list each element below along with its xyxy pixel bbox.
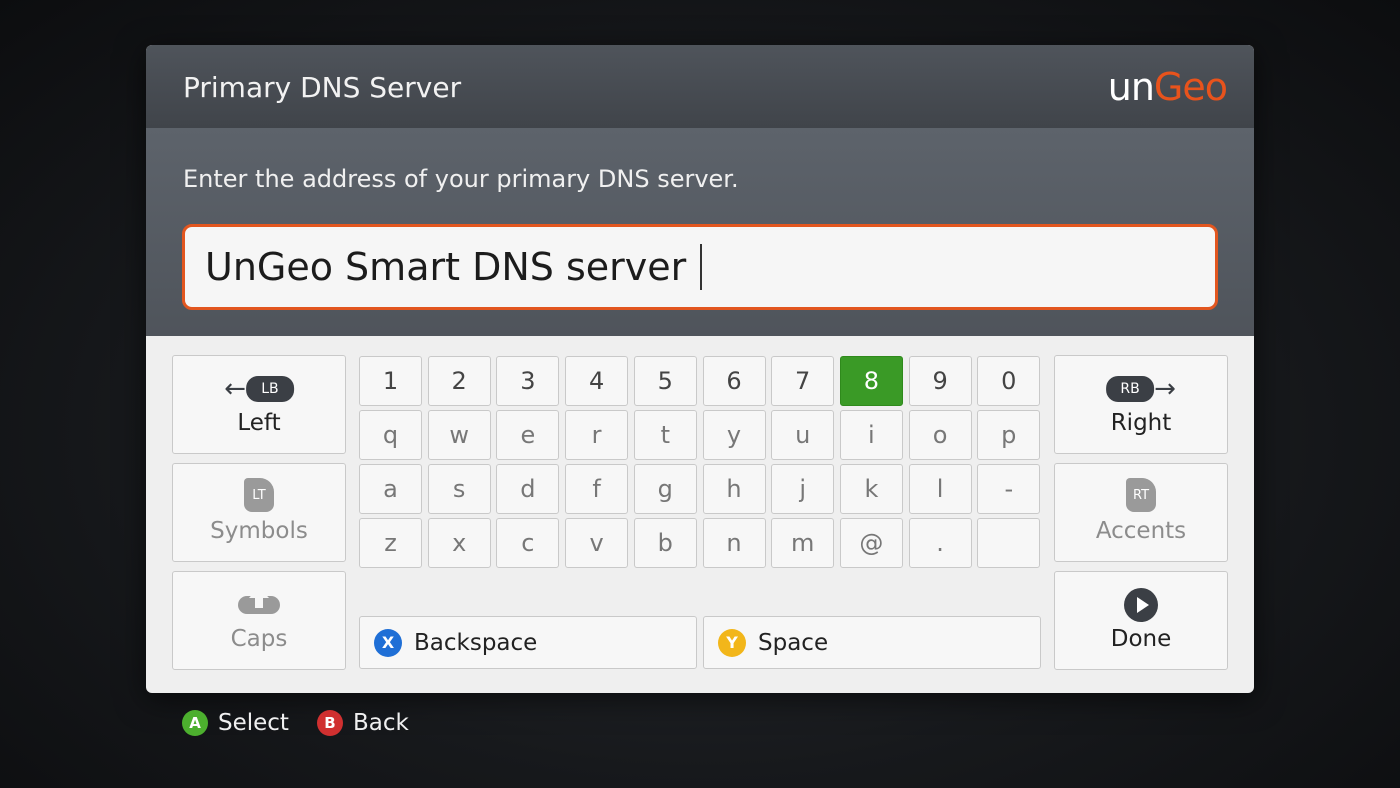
left-label: Left [237,410,281,436]
key-f[interactable]: f [565,464,629,514]
key-l[interactable]: l [908,464,972,514]
lb-badge: ← LB [224,376,294,402]
key-q[interactable]: q [359,410,422,460]
key-w[interactable]: w [427,410,491,460]
key-.[interactable]: . [908,518,972,568]
key-n[interactable]: n [702,518,766,568]
prompt-text: Enter the address of your primary DNS se… [183,165,739,193]
lt-trigger-icon: LT [244,478,274,512]
ungeo-logo: unGeo [1107,65,1228,109]
dns-dialog: Primary DNS Server unGeo Enter the addre… [146,45,1254,693]
a-button-icon: A [182,710,208,736]
arrow-right-icon: → [1154,374,1176,404]
space-button[interactable]: Y Space [703,616,1041,669]
backspace-button[interactable]: X Backspace [359,616,697,669]
start-play-icon [1124,588,1158,622]
dialog-title: Primary DNS Server [183,71,462,104]
key-g[interactable]: g [633,464,697,514]
key-@[interactable]: @ [839,518,903,568]
key-e[interactable]: e [496,410,560,460]
key-t[interactable]: t [633,410,697,460]
x-button-icon: X [374,628,402,657]
right-button[interactable]: RB → Right [1054,355,1228,454]
key-u[interactable]: u [771,410,835,460]
left-button[interactable]: ← LB Left [172,355,346,454]
arrow-left-icon: ← [224,374,246,404]
caps-icon [238,587,280,614]
key-a[interactable]: a [359,464,422,514]
key-d[interactable]: d [496,464,560,514]
input-header: Enter the address of your primary DNS se… [146,128,1254,336]
key-j[interactable]: j [771,464,835,514]
hint-back: B Back [316,710,409,736]
key-5[interactable]: 5 [633,356,697,406]
key-0[interactable]: 0 [977,356,1041,406]
rt-trigger-icon: RT [1126,478,1156,512]
key-8[interactable]: 8 [839,356,903,406]
key-2[interactable]: 2 [427,356,491,406]
b-button-icon: B [316,710,343,736]
key-4[interactable]: 4 [565,356,629,406]
key-7[interactable]: 7 [771,356,835,406]
input-value: UnGeo Smart DNS server [205,245,687,289]
key-h[interactable]: h [702,464,766,514]
key-x[interactable]: x [427,518,491,568]
hint-select-label: Select [218,710,289,736]
right-label: Right [1110,410,1172,436]
key-3[interactable]: 3 [496,356,560,406]
backspace-label: Backspace [414,629,538,656]
key-i[interactable]: i [839,410,903,460]
accents-button[interactable]: RT Accents [1054,463,1228,562]
hint-back-label: Back [352,710,409,736]
key-k[interactable]: k [839,464,903,514]
key-s[interactable]: s [427,464,491,514]
key-b[interactable]: b [633,518,697,568]
y-button-icon: Y [718,628,746,657]
space-label: Space [758,629,829,656]
dns-input-field[interactable]: UnGeo Smart DNS server [182,224,1218,310]
hint-select: A Select [182,710,289,736]
key-c[interactable]: c [496,518,560,568]
key-v[interactable]: v [565,518,629,568]
rb-badge: RB → [1106,376,1176,402]
key-m[interactable]: m [771,518,835,568]
key-6[interactable]: 6 [702,356,766,406]
key-r[interactable]: r [565,410,629,460]
accents-label: Accents [1095,518,1187,544]
key-blank[interactable] [977,518,1041,568]
text-caret [700,243,703,290]
done-button[interactable]: Done [1054,571,1228,670]
key-1[interactable]: 1 [359,356,422,406]
title-bar: Primary DNS Server unGeo [146,45,1254,128]
key-z[interactable]: z [359,518,422,568]
done-label: Done [1110,626,1172,652]
controller-hints: A Select B Back [182,710,437,736]
caps-label: Caps [230,626,288,652]
key-9[interactable]: 9 [908,356,972,406]
symbols-label: Symbols [210,518,308,544]
key-y[interactable]: y [702,410,766,460]
key-o[interactable]: o [908,410,972,460]
caps-button[interactable]: Caps [172,571,346,670]
key--[interactable]: - [977,464,1041,514]
key-p[interactable]: p [977,410,1041,460]
symbols-button[interactable]: LT Symbols [172,463,346,562]
